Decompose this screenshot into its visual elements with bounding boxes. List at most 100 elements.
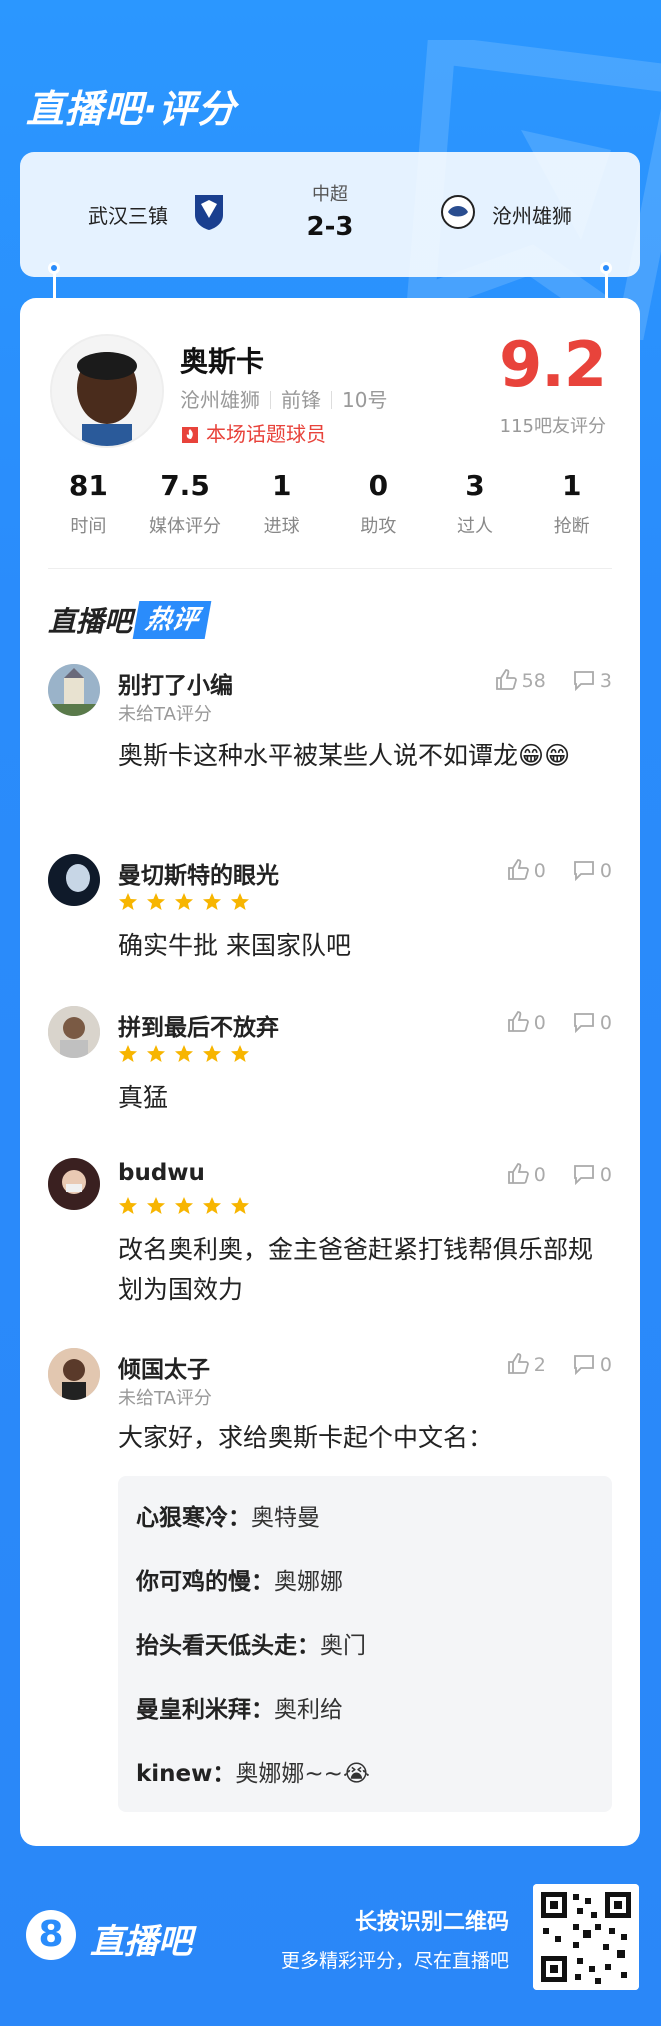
stat-value: 7.5 xyxy=(160,469,210,502)
player-name: 奥斯卡 xyxy=(180,345,265,378)
comment-item: 别打了小编 未给TA评分 58 3 奥斯卡这种水平被某些人说不如谭龙😁😁 xyxy=(48,664,612,834)
stat-assists: 0 助攻 xyxy=(330,466,427,556)
comment-avatar[interactable] xyxy=(48,854,100,906)
reply-count: 0 xyxy=(599,1164,612,1186)
comment-rating-status: 未给TA评分 xyxy=(118,1388,212,1409)
star-icon xyxy=(175,1045,193,1062)
star-icon xyxy=(203,893,221,910)
quoted-text: 奥利给 xyxy=(274,1697,343,1723)
comment-icon xyxy=(574,1013,594,1034)
comment-icon xyxy=(574,1165,594,1186)
player-avatar xyxy=(50,334,164,448)
comment-star-rating xyxy=(118,1196,258,1218)
star-icon xyxy=(203,1197,221,1214)
comment-reactions: 58 3 xyxy=(474,668,612,696)
comment-avatar[interactable] xyxy=(48,1158,100,1210)
reply-button[interactable]: 3 xyxy=(572,668,612,692)
player-number: 10号 xyxy=(342,388,388,412)
comment-reactions: 0 0 xyxy=(486,1162,612,1190)
reply-button[interactable]: 0 xyxy=(572,858,612,882)
comment-text: 奥斯卡这种水平被某些人说不如谭龙😁😁 xyxy=(118,741,571,770)
comment-icon xyxy=(574,861,594,882)
away-team-badge-icon xyxy=(441,195,475,229)
comment-star-rating xyxy=(118,892,258,914)
like-button[interactable]: 0 xyxy=(506,1162,546,1186)
comment-reactions: 0 0 xyxy=(486,858,612,886)
star-icon xyxy=(119,1197,137,1214)
away-team-name: 沧州雄狮 xyxy=(492,204,572,228)
comment-username[interactable]: 别打了小编 xyxy=(118,666,233,700)
comment-text: 改名奥利奥，金主爸爸赶紧打钱帮俱乐部规划为国效力 xyxy=(118,1235,594,1304)
stat-value: 81 xyxy=(68,469,108,502)
comment-avatar[interactable] xyxy=(48,664,100,716)
player-info: 沧州雄狮 前锋 10号 xyxy=(180,384,387,413)
quoted-reply: 抬头看天低头走：奥门 xyxy=(136,1626,366,1660)
player-team: 沧州雄狮 xyxy=(180,388,260,412)
stat-value: 0 xyxy=(368,469,389,502)
star-icon xyxy=(231,1045,249,1062)
star-icon xyxy=(147,1197,165,1214)
quoted-reply: 心狠寒冷：奥特曼 xyxy=(136,1498,320,1532)
thumbs-up-icon xyxy=(507,1353,529,1374)
like-button[interactable]: 58 xyxy=(494,668,546,692)
comment-icon xyxy=(574,1355,594,1376)
reply-button[interactable]: 0 xyxy=(572,1162,612,1186)
stat-tackles: 1 抢断 xyxy=(523,466,620,556)
like-count: 0 xyxy=(533,860,546,882)
like-button[interactable]: 2 xyxy=(506,1352,546,1376)
like-button[interactable]: 0 xyxy=(506,858,546,882)
star-icon xyxy=(231,893,249,910)
comment-username[interactable]: 曼切斯特的眼光 xyxy=(118,856,279,890)
comment-item: 曼切斯特的眼光 0 0 确实牛批 来国家队吧 xyxy=(48,854,612,984)
reply-count: 3 xyxy=(599,670,612,692)
like-count: 58 xyxy=(521,670,546,692)
qr-code-icon[interactable] xyxy=(533,1884,639,1990)
hot-comments-title: 直播吧 热评 xyxy=(48,600,212,640)
stat-label: 过人 xyxy=(457,516,494,537)
quoted-replies: 心狠寒冷：奥特曼 你可鸡的慢：奥娜娜 抬头看天低头走：奥门 曼皇利米拜：奥利给 … xyxy=(118,1476,612,1812)
comment-reactions: 2 0 xyxy=(486,1352,612,1380)
fan-rating: 9.2 xyxy=(499,328,607,401)
divider xyxy=(48,568,612,569)
stat-goals: 1 进球 xyxy=(233,466,330,556)
quoted-author: kinew： xyxy=(136,1761,236,1787)
qr-call-to-action: 长按识别二维码 xyxy=(354,1910,509,1935)
star-icon xyxy=(175,893,193,910)
comment-item: 拼到最后不放弃 0 0 真猛 xyxy=(48,1006,612,1136)
quoted-reply: 曼皇利米拜：奥利给 xyxy=(136,1690,343,1724)
footer: 8 直播吧 长按识别二维码 更多精彩评分，尽在直播吧 xyxy=(0,1870,661,2026)
reply-count: 0 xyxy=(599,860,612,882)
hot-player-badge: 本场话题球员 xyxy=(180,418,326,447)
quoted-text: 奥娜娜~~😭 xyxy=(235,1761,370,1787)
rating-count: 115吧友评分 xyxy=(499,416,606,437)
like-count: 0 xyxy=(533,1012,546,1034)
stat-label: 进球 xyxy=(263,516,300,537)
rating-card: 奥斯卡 沧州雄狮 前锋 10号 本场话题球员 9.2 115吧友评分 81 时间 7.… xyxy=(20,298,640,1846)
stat-time: 81 时间 xyxy=(40,466,137,556)
comment-username[interactable]: 拼到最后不放弃 xyxy=(118,1008,279,1042)
stat-label: 时间 xyxy=(70,516,107,537)
player-stats: 81 时间 7.5 媒体评分 1 进球 0 助攻 3 过人 1 抢断 xyxy=(40,466,620,556)
flame-icon xyxy=(182,427,198,443)
thumbs-up-icon xyxy=(495,669,517,690)
like-button[interactable]: 0 xyxy=(506,1010,546,1034)
comment-text: 确实牛批 来国家队吧 xyxy=(118,931,351,960)
reply-button[interactable]: 0 xyxy=(572,1010,612,1034)
brand-logo-icon: 8 xyxy=(26,1910,76,1960)
reply-button[interactable]: 0 xyxy=(572,1352,612,1376)
comment-avatar[interactable] xyxy=(48,1348,100,1400)
stat-label: 助攻 xyxy=(360,516,397,537)
hot-player-label: 本场话题球员 xyxy=(206,422,326,446)
quoted-reply: 你可鸡的慢：奥娜娜 xyxy=(136,1562,343,1596)
comment-avatar[interactable] xyxy=(48,1006,100,1058)
footer-brand: 直播吧 xyxy=(90,1922,192,1962)
comment-username[interactable]: budwu xyxy=(118,1160,205,1186)
comment-username[interactable]: 倾国太子 xyxy=(118,1350,210,1384)
star-icon xyxy=(119,1045,137,1062)
hot-comments-title-tag: 热评 xyxy=(132,601,212,639)
stat-value: 1 xyxy=(271,469,292,502)
star-icon xyxy=(147,1045,165,1062)
quoted-author: 心狠寒冷： xyxy=(136,1505,251,1531)
quoted-author: 曼皇利米拜： xyxy=(136,1697,274,1723)
comment-text: 真猛 xyxy=(118,1083,169,1112)
